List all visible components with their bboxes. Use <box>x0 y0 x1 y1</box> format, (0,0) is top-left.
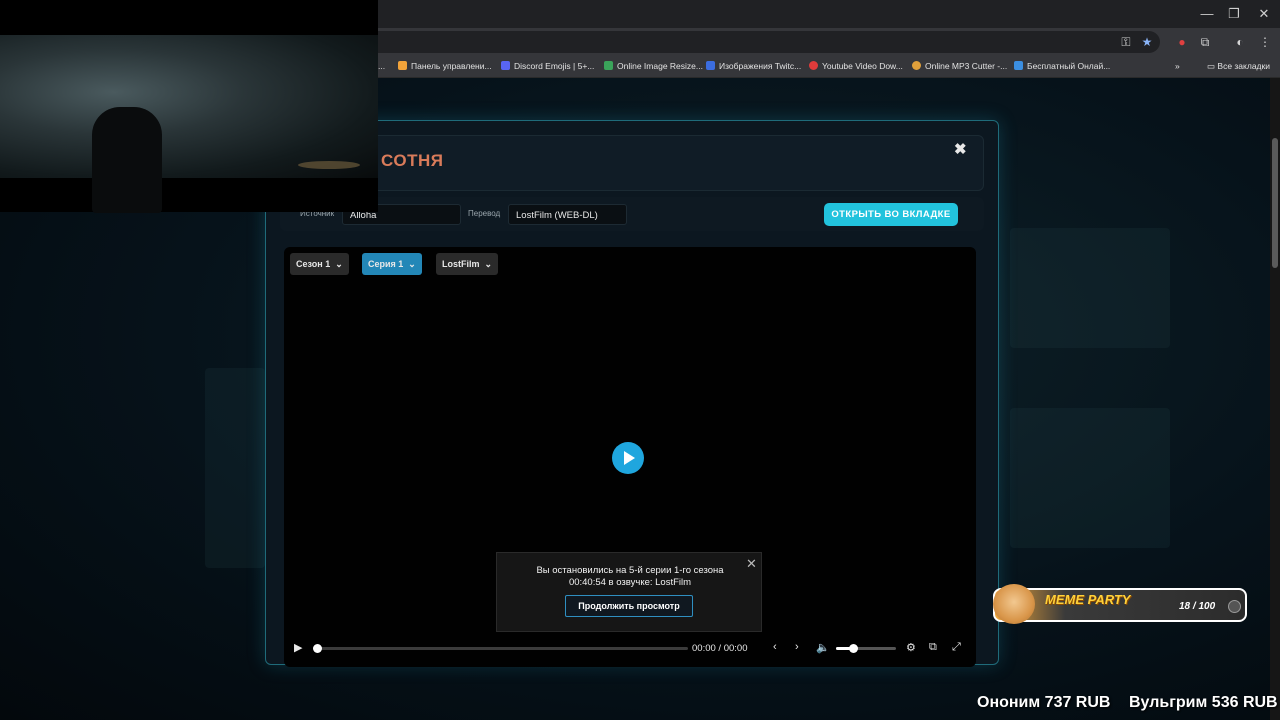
donation-item: Вульгрим 536 RUB <box>1129 694 1278 711</box>
volume-handle[interactable] <box>849 644 858 653</box>
extension-badge-icon[interactable]: ● <box>1174 34 1190 50</box>
season-label: Сезон 1 <box>296 259 331 269</box>
bookmark-item[interactable]: Youtube Video Dow... <box>809 60 903 72</box>
translation-label: Перевод <box>468 209 501 218</box>
bookmark-favicon-icon <box>706 61 715 70</box>
bookmark-favicon-icon <box>809 61 818 70</box>
restore-button[interactable]: ❐ <box>1219 4 1249 24</box>
password-key-icon[interactable]: ⚿ <box>1118 34 1134 50</box>
bookmark-favicon-icon <box>1014 61 1023 70</box>
bookmark-item[interactable]: Панель управлени... <box>398 60 492 72</box>
donation-item: Ононим 737 RUB <box>977 694 1111 711</box>
voice-dropdown[interactable]: LostFilm ⌄ <box>436 253 499 275</box>
pip-video-frame <box>0 35 378 213</box>
resume-message: Вы остановились на 5-й серии 1-го сезона… <box>497 565 763 589</box>
settings-gear-icon[interactable]: ⚙ <box>906 641 916 654</box>
background-card <box>1010 228 1170 348</box>
bookmarks-overflow-icon[interactable]: » <box>1175 60 1180 72</box>
bookmark-favicon-icon <box>604 61 613 70</box>
previous-icon[interactable]: ‹ <box>773 641 777 653</box>
address-bar[interactable] <box>360 31 1160 53</box>
minimize-button[interactable]: — <box>1192 4 1222 24</box>
episode-label: Серия 1 <box>368 259 404 269</box>
play-icon[interactable]: ▶ <box>294 641 302 654</box>
pip-video-overlay <box>0 0 378 213</box>
extensions-puzzle-icon[interactable]: ⧉ <box>1197 34 1213 50</box>
scrollbar-thumb[interactable] <box>1272 138 1278 268</box>
coin-icon <box>1228 600 1241 613</box>
big-play-button[interactable] <box>612 442 644 474</box>
cymbal-shape <box>298 161 360 169</box>
resume-popup: ✕ Вы остановились на 5-й серии 1-го сезо… <box>496 552 762 632</box>
next-icon[interactable]: › <box>795 641 799 653</box>
progress-handle[interactable] <box>313 644 322 653</box>
chevron-down-icon: ⌄ <box>335 259 343 269</box>
chevron-down-icon: ⌄ <box>408 259 416 269</box>
continue-watching-button[interactable]: Продолжить просмотр <box>565 595 693 617</box>
open-in-tab-button[interactable]: ОТКРЫТЬ ВО ВКЛАДКЕ <box>824 203 958 226</box>
browser-menu-icon[interactable]: ⋮ <box>1257 34 1273 50</box>
modal-close-icon[interactable]: ✖ <box>954 140 967 158</box>
episode-dropdown[interactable]: Серия 1 ⌄ <box>362 253 422 275</box>
bookmark-item[interactable]: Изображения Twitc... <box>706 60 801 72</box>
time-display: 00:00 / 00:00 <box>692 643 748 654</box>
progress-bar[interactable] <box>318 647 688 650</box>
drummer-figure <box>92 107 162 213</box>
voice-label: LostFilm <box>442 259 480 269</box>
doge-icon <box>993 584 1035 624</box>
folder-icon: ▭ <box>1207 61 1218 71</box>
bookmark-favicon-icon <box>398 61 407 70</box>
bookmark-star-icon[interactable]: ★ <box>1139 34 1155 50</box>
bookmark-item[interactable]: Бесплатный Онлай... <box>1014 60 1110 72</box>
page-scrollbar[interactable] <box>1270 78 1280 720</box>
all-bookmarks-folder[interactable]: ▭ Все закладки <box>1207 60 1270 72</box>
bookmark-item[interactable]: Online Image Resize... <box>604 60 703 72</box>
season-dropdown[interactable]: Сезон 1 ⌄ <box>290 253 349 275</box>
close-window-button[interactable]: ✕ <box>1249 4 1279 24</box>
chevron-down-icon: ⌄ <box>484 259 493 269</box>
bookmark-item[interactable]: ... <box>378 60 385 72</box>
resume-message-line: 00:40:54 в озвучке: LostFilm <box>568 577 692 588</box>
background-card <box>1010 408 1170 548</box>
widget-title: MEME PARTY <box>1045 592 1131 607</box>
popout-icon[interactable]: ⧉ <box>929 641 937 654</box>
bookmark-item[interactable]: Discord Emojis | 5+... <box>501 60 594 72</box>
translation-field[interactable]: LostFilm (WEB-DL) <box>508 204 627 225</box>
fullscreen-icon[interactable]: ⤢ <box>952 641 961 654</box>
background-card <box>205 368 265 568</box>
bookmark-item[interactable]: Online MP3 Cutter -... <box>912 60 1007 72</box>
profile-avatar-icon[interactable]: ◐ <box>1232 34 1248 50</box>
resume-message-line: Вы остановились на 5-й серии 1-го сезона <box>536 565 724 576</box>
meme-party-widget: MEME PARTY 18 / 100 <box>993 584 1247 624</box>
discord-favicon-icon <box>501 61 510 70</box>
volume-icon[interactable]: 🔈 <box>816 641 830 654</box>
widget-counter: 18 / 100 <box>1179 601 1216 612</box>
video-player[interactable]: Сезон 1 ⌄ Серия 1 ⌄ LostFilm ⌄ ✕ Вы останов… <box>284 247 976 667</box>
bookmark-favicon-icon <box>912 61 921 70</box>
